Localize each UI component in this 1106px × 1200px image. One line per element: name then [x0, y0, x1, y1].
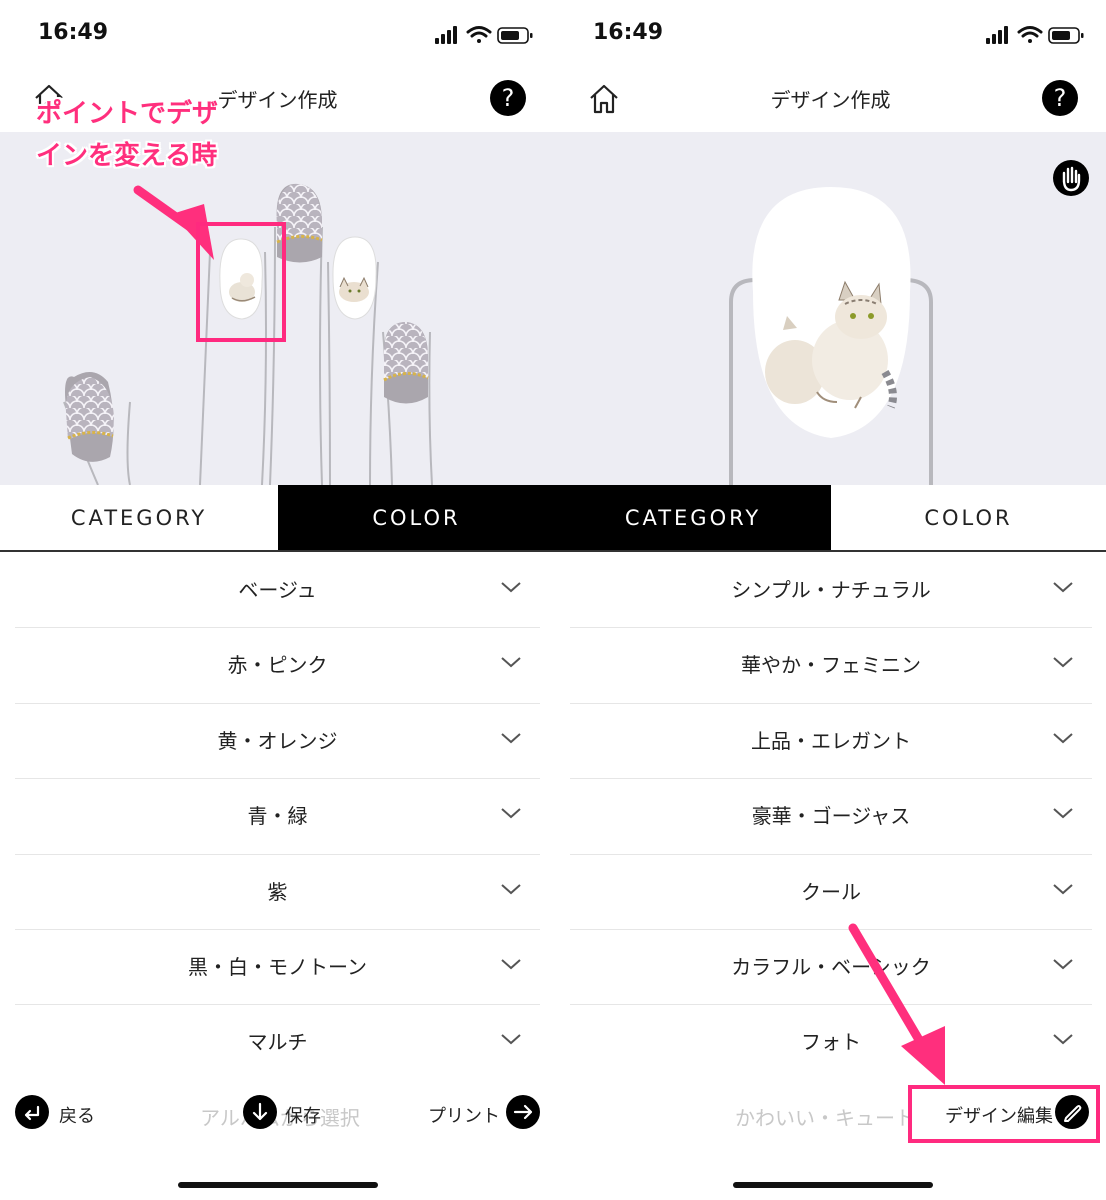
list-item-label: ベージュ — [238, 578, 317, 602]
print-button[interactable] — [506, 1095, 540, 1129]
tab-bar: CATEGORY COLOR — [555, 485, 1106, 552]
tab-category[interactable]: CATEGORY — [555, 485, 831, 550]
chevron-down-icon — [1053, 733, 1073, 744]
tab-category[interactable]: CATEGORY — [0, 485, 278, 550]
list-item-label: フォト — [801, 1030, 861, 1055]
category-cute-text[interactable]: かわいい・キュート — [725, 1102, 925, 1131]
list-item-label: 紫 — [267, 879, 288, 904]
status-bar: 16:49 — [555, 0, 1106, 70]
nail-preview[interactable] — [555, 132, 1106, 485]
list-item-label: 赤・ピンク — [227, 653, 328, 678]
tab-color[interactable]: COLOR — [278, 485, 555, 550]
battery-icon — [497, 27, 533, 44]
chevron-down-icon — [1053, 657, 1073, 668]
status-icons — [986, 26, 1084, 44]
chevron-down-icon — [1053, 1034, 1073, 1045]
app-header: デザイン作成 ? — [555, 70, 1106, 132]
print-label[interactable]: プリント — [428, 1102, 500, 1128]
list-item[interactable]: 黒・白・モノトーン — [15, 930, 540, 1006]
chevron-down-icon — [501, 657, 521, 668]
status-time: 16:49 — [38, 20, 109, 45]
list-item[interactable]: 豪華・ゴージャス — [570, 779, 1092, 855]
list-item[interactable]: 華やか・フェミニン — [570, 628, 1092, 704]
chevron-down-icon — [501, 883, 521, 894]
list-item-label: 黄・オレンジ — [217, 728, 338, 753]
nail-index — [383, 322, 429, 404]
list-item-label: 青・緑 — [247, 804, 308, 829]
chevron-down-icon — [1053, 883, 1073, 894]
chevron-down-icon — [1053, 808, 1073, 819]
category-list: シンプル・ナチュラル 華やか・フェミニン 上品・エレガント 豪華・ゴージャス ク… — [570, 553, 1092, 1081]
list-item[interactable]: 赤・ピンク — [15, 628, 540, 704]
annotation-line-1: ポイントでデザ — [36, 99, 219, 129]
chevron-down-icon — [501, 582, 521, 593]
help-button[interactable]: ? — [490, 80, 526, 116]
page-title: デザイン作成 — [770, 88, 891, 112]
list-item-label: シンプル・ナチュラル — [731, 578, 931, 602]
list-item[interactable]: ベージュ — [15, 553, 540, 629]
list-item[interactable]: 紫 — [15, 855, 540, 930]
tab-bar: CATEGORY COLOR — [0, 485, 555, 552]
list-item[interactable]: マルチ — [15, 1005, 540, 1081]
list-item-label: クール — [801, 879, 861, 904]
annotation-line-2: インを変える時 — [36, 141, 218, 171]
annotation-arrow — [848, 923, 945, 1085]
list-item-label: 黒・白・モノトーン — [188, 954, 367, 979]
list-item-label: 豪華・ゴージャス — [751, 804, 911, 829]
chevron-down-icon — [501, 733, 521, 744]
list-item[interactable]: 青・緑 — [15, 779, 540, 855]
home-indicator[interactable] — [733, 1182, 933, 1188]
save-button[interactable] — [243, 1095, 277, 1129]
tab-color[interactable]: COLOR — [831, 485, 1106, 550]
home-indicator[interactable] — [178, 1182, 378, 1188]
nail-pinky — [65, 372, 114, 462]
right-arrow-icon — [513, 1104, 533, 1120]
chevron-down-icon — [501, 1034, 521, 1045]
list-item[interactable]: 上品・エレガント — [570, 704, 1092, 780]
nail-middle — [332, 236, 377, 320]
signal-icon — [435, 26, 457, 44]
status-icons — [435, 26, 533, 44]
highlight-box — [196, 222, 286, 342]
chevron-down-icon — [501, 959, 521, 970]
hand-gesture-icon[interactable] — [1053, 160, 1089, 196]
back-button[interactable] — [15, 1095, 49, 1129]
list-item[interactable]: フォト — [570, 1005, 1092, 1081]
download-arrow-icon — [252, 1102, 268, 1121]
bottom-toolbar: アルバムから選択 戻る 保存 プリント — [0, 1080, 555, 1160]
chevron-down-icon — [1053, 582, 1073, 593]
list-item[interactable]: クール — [570, 855, 1092, 930]
save-label[interactable]: 保存 — [285, 1102, 321, 1128]
signal-icon — [986, 26, 1008, 44]
list-item-label: マルチ — [247, 1030, 308, 1055]
list-item-label: 上品・エレガント — [751, 728, 911, 753]
list-item-label: 華やか・フェミニン — [741, 653, 921, 678]
back-arrow-icon — [24, 1105, 40, 1121]
chevron-down-icon — [1053, 959, 1073, 970]
chevron-down-icon — [501, 808, 521, 819]
list-item[interactable]: カラフル・ベーシック — [570, 930, 1092, 1006]
color-list: ベージュ 赤・ピンク 黄・オレンジ 青・緑 紫 黒・白・モノトーン マルチ — [15, 553, 540, 1081]
album-select-text: アルバムから選択 — [200, 1106, 360, 1130]
status-time: 16:49 — [593, 20, 664, 45]
right-screen: 16:49 デザイン作成 ? CATEGORY COLOR シンプル・ナチュラル… — [555, 0, 1106, 1200]
status-bar: 16:49 — [0, 0, 555, 70]
back-label[interactable]: 戻る — [59, 1102, 95, 1128]
wifi-icon — [1017, 26, 1043, 43]
list-item-label: カラフル・ベーシック — [731, 954, 931, 979]
battery-icon — [1048, 27, 1084, 44]
single-nail-illustration — [729, 187, 933, 485]
list-item[interactable]: 黄・オレンジ — [15, 704, 540, 780]
list-item[interactable]: シンプル・ナチュラル — [570, 553, 1092, 629]
left-screen: 16:49 デザイン作成 ? ポイントでデザ インを変える時 CATEGORY … — [0, 0, 555, 1200]
wifi-icon — [466, 26, 492, 43]
help-button[interactable]: ? — [1042, 80, 1078, 116]
